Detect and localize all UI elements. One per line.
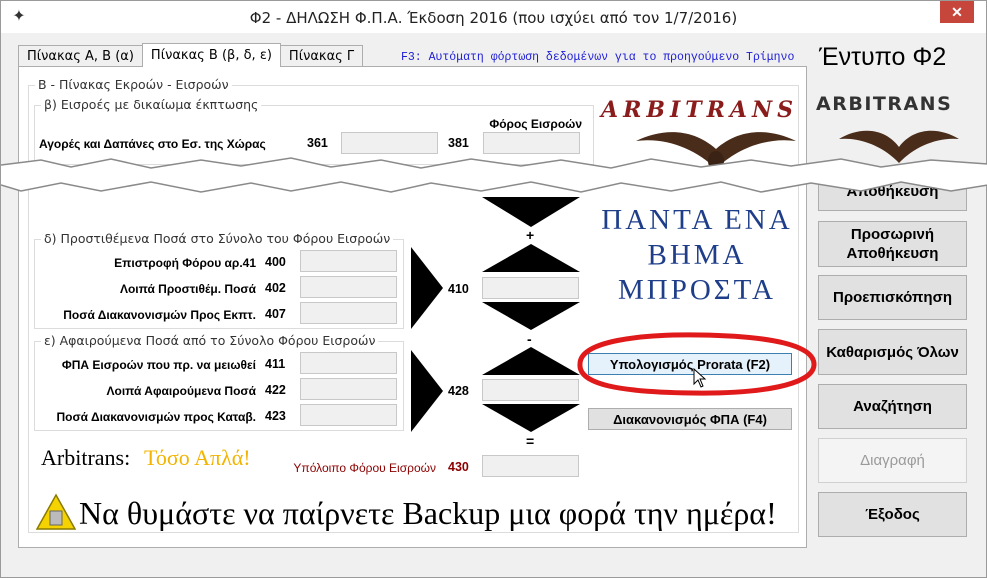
row-381-code: 381 xyxy=(448,136,469,150)
field-428[interactable] xyxy=(482,379,579,401)
row-422-code: 422 xyxy=(265,383,286,397)
exit-button[interactable]: Έξοδος xyxy=(818,492,967,537)
row-407-code: 407 xyxy=(265,307,286,321)
arrow-d-icon xyxy=(411,247,443,329)
window-title: Φ2 - ΔΗΛΩΣΗ Φ.Π.Α. Έκδοση 2016 (που ισχύ… xyxy=(249,9,738,27)
total-428-code: 428 xyxy=(448,384,469,398)
mouse-cursor-icon xyxy=(693,368,707,388)
delete-button[interactable]: Διαγραφή xyxy=(818,438,967,483)
field-407[interactable] xyxy=(300,302,397,324)
arrow-down-b-icon xyxy=(482,197,580,227)
arrow-up-e-icon xyxy=(482,347,580,375)
f3-hint: F3: Αυτόματη φόρτωση δεδομένων για το πρ… xyxy=(401,51,795,64)
field-411[interactable] xyxy=(300,352,397,374)
field-430[interactable] xyxy=(482,455,579,477)
tagline-simple: Τόσο Απλά! xyxy=(144,445,251,470)
torn-paper-overlay xyxy=(1,157,987,193)
section-b-title: β) Εισροές με δικαίωμα έκπτωσης xyxy=(41,97,262,112)
row-402-code: 402 xyxy=(265,281,286,295)
remainder-label: Υπόλοιπο Φόρου Εισροών xyxy=(293,461,436,475)
tab-strip: Πίνακας Α, Β (α) Πίνακας Β (β, δ, ε) Πίν… xyxy=(18,43,364,67)
tagline-brand: Arbitrans: xyxy=(41,445,131,470)
backup-reminder: Να θυμάστε να παίρνετε Backup μια φορά τ… xyxy=(79,495,777,531)
equals-operator: = xyxy=(526,433,535,449)
temp-save-button[interactable]: Προσωρινή Αποθήκευση xyxy=(818,221,967,267)
total-410-code: 410 xyxy=(448,282,469,296)
row-400-code: 400 xyxy=(265,255,286,269)
tax-header: Φόρος Εισροών xyxy=(489,117,582,131)
row-422-label: Λοιπά Αφαιρούμενα Ποσά xyxy=(106,384,257,398)
title-bar: ✦ Φ2 - ΔΗΛΩΣΗ Φ.Π.Α. Έκδοση 2016 (που ισ… xyxy=(1,1,986,33)
row-402-label: Λοιπά Προστιθέμ. Ποσά xyxy=(119,282,256,296)
row-407-label: Ποσά Διακανονισμών Προς Εκπτ. xyxy=(63,308,256,322)
arrow-up-d-icon xyxy=(482,244,580,272)
row-361-code: 361 xyxy=(307,136,328,150)
row-411-code: 411 xyxy=(265,357,286,371)
tab-table-a-b[interactable]: Πίνακας Α, Β (α) xyxy=(18,45,143,67)
search-button[interactable]: Αναζήτηση xyxy=(818,384,967,429)
vat-settlement-button[interactable]: Διακανονισμός ΦΠΑ (F4) xyxy=(588,408,792,430)
remainder-code: 430 xyxy=(448,460,469,474)
arrow-e-icon xyxy=(411,350,443,432)
slogan-line-1: ΠΑΝΤΑ ΕΝΑ xyxy=(601,204,793,236)
row-423-code: 423 xyxy=(265,409,286,423)
arrow-down-e-icon xyxy=(482,404,580,432)
main-group-title: Β - Πίνακας Εκροών - Εισροών xyxy=(35,77,232,92)
field-400[interactable] xyxy=(300,250,397,272)
form-title: Έντυπο Φ2 xyxy=(819,43,947,71)
sidebar-brand: ARBITRANS xyxy=(816,93,953,115)
row-423-label: Ποσά Διακανονισμών προς Καταβ. xyxy=(56,410,256,424)
tab-table-c[interactable]: Πίνακας Γ xyxy=(279,45,364,67)
section-d-title: δ) Προστιθέμενα Ποσά στο Σύνολο του Φόρο… xyxy=(41,231,394,246)
preview-button[interactable]: Προεπισκόπηση xyxy=(818,275,967,320)
close-button[interactable]: ✕ xyxy=(940,1,974,23)
warning-backup-icon xyxy=(35,493,77,530)
slogan-line-3: ΜΠΡΟΣΤΑ xyxy=(617,274,776,306)
field-422[interactable] xyxy=(300,378,397,400)
tab-table-b-bde[interactable]: Πίνακας Β (β, δ, ε) xyxy=(141,43,281,67)
field-402[interactable] xyxy=(300,276,397,298)
minus-operator: - xyxy=(527,331,532,347)
row-361-label: Αγορές και Δαπάνες στο Εσ. της Χώρας xyxy=(39,137,266,151)
clear-all-button[interactable]: Καθαρισμός Όλων xyxy=(818,329,967,375)
field-423[interactable] xyxy=(300,404,397,426)
slogan-line-2: ΒΗΜΑ xyxy=(647,239,747,271)
section-e-title: ε) Αφαιρούμενα Ποσά από το Σύνολο Φόρου … xyxy=(41,333,379,348)
arrow-down-d-icon xyxy=(482,302,580,330)
row-411-label: ΦΠΑ Εισροών που πρ. να μειωθεί xyxy=(61,358,256,372)
row-400-label: Επιστροφή Φόρου αρ.41 xyxy=(114,256,256,270)
plus-operator: + xyxy=(526,227,535,243)
field-410[interactable] xyxy=(482,277,579,299)
main-window: ✦ Φ2 - ΔΗΛΩΣΗ Φ.Π.Α. Έκδοση 2016 (που ισ… xyxy=(0,0,987,578)
